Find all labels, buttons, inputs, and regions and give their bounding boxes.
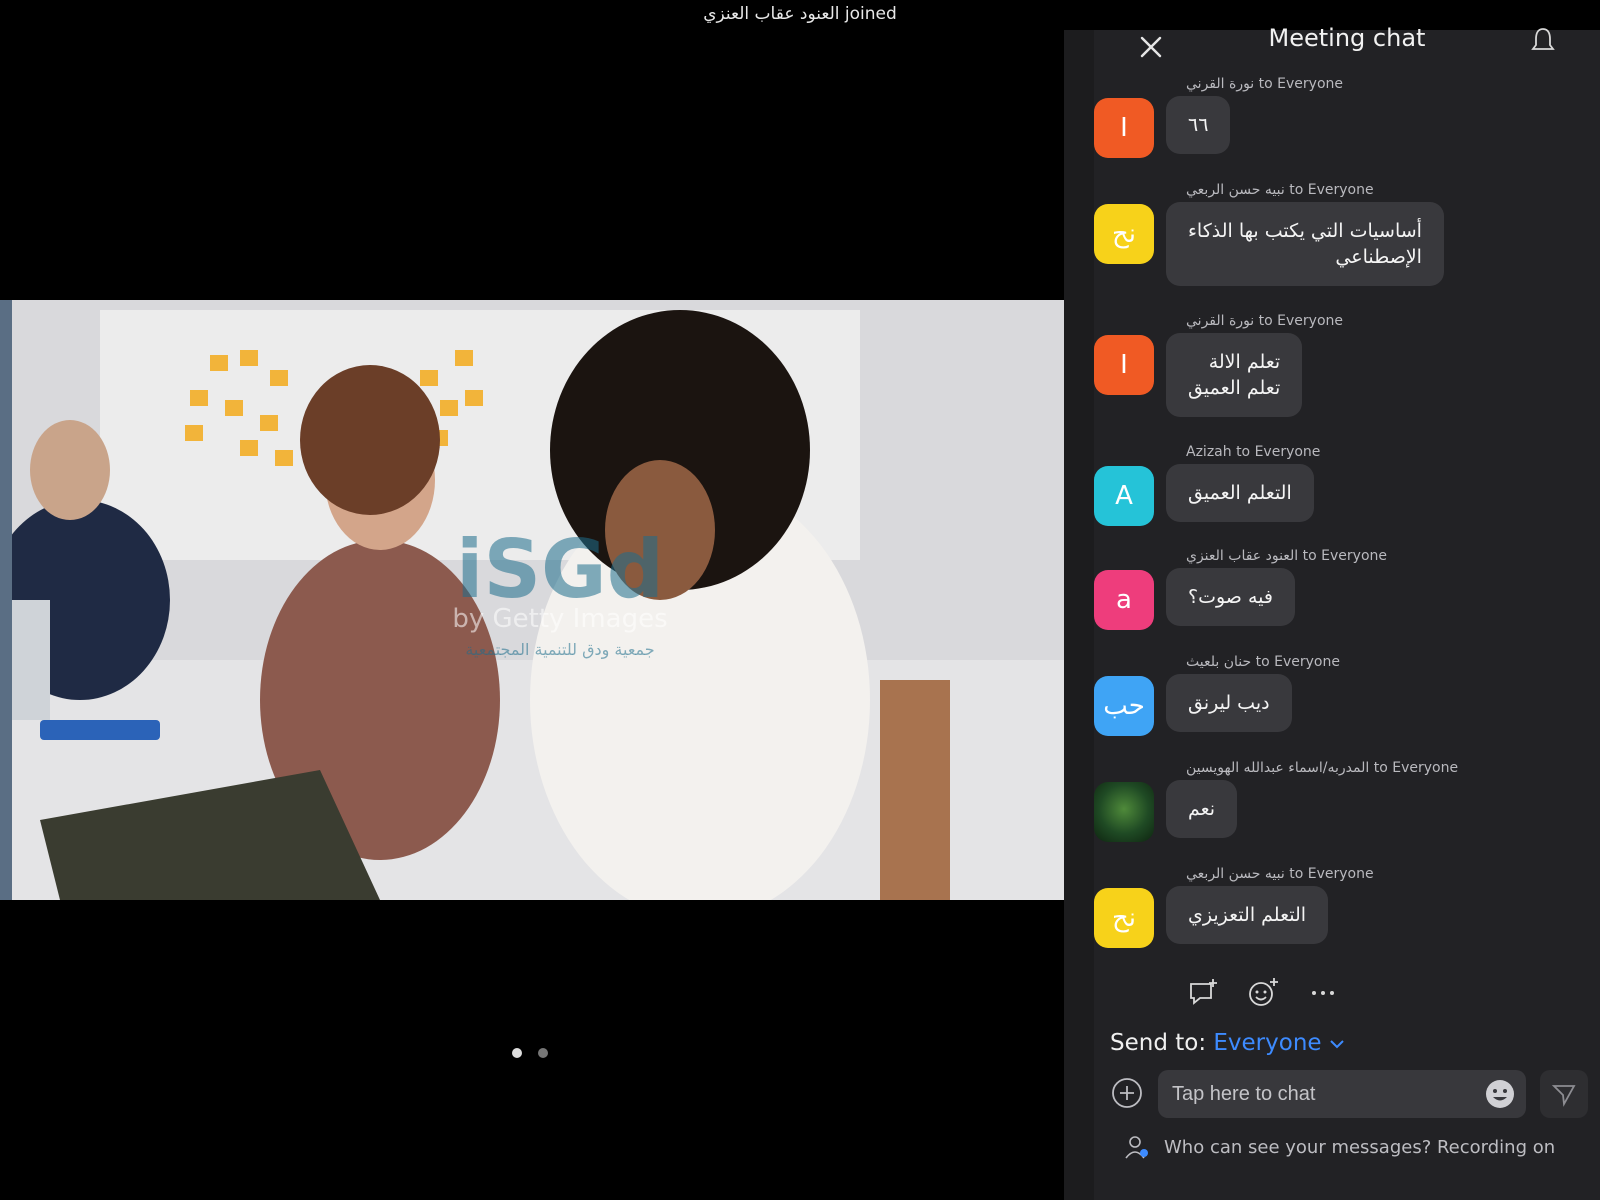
message-sender: نورة القرني to Everyone [1186, 313, 1343, 329]
send-icon [1551, 1085, 1576, 1107]
page-dot[interactable] [538, 1048, 548, 1058]
message-actions [1186, 976, 1340, 1010]
message-bubble[interactable]: ديب ليرنق [1166, 674, 1292, 732]
message-bubble[interactable]: فيه صوت؟ [1166, 568, 1295, 626]
person-lock-icon [1125, 1136, 1148, 1159]
message-sender: نبيه حسن الربعي to Everyone [1186, 182, 1374, 198]
add-reaction-icon[interactable] [1246, 976, 1280, 1010]
chat-compose [1110, 1070, 1598, 1118]
send-button[interactable] [1540, 1070, 1588, 1118]
join-notification: العنود عقاب العنزي joined [703, 4, 897, 24]
reply-icon[interactable] [1186, 976, 1220, 1010]
privacy-text: Who can see your messages? Recording on [1164, 1136, 1556, 1158]
chat-title: Meeting chat [1268, 24, 1426, 52]
avatar[interactable]: نح [1094, 888, 1154, 948]
message-sender: حنان بلعيث to Everyone [1186, 654, 1340, 670]
avatar[interactable] [1094, 782, 1154, 842]
send-to-dropdown[interactable]: Everyone [1213, 1030, 1344, 1056]
participant-strip[interactable] [0, 300, 12, 900]
send-to-selector: Send to: Everyone [1110, 1030, 1345, 1056]
add-attachment-icon[interactable] [1110, 1076, 1144, 1110]
meeting-chat-panel: Meeting chat نورة القرني to Everyone I ٦٦ ن… [1064, 24, 1600, 1200]
chat-header: Meeting chat [1094, 24, 1600, 76]
message-sender: نبيه حسن الربعي to Everyone [1186, 866, 1374, 882]
more-options-icon[interactable] [1306, 976, 1340, 1010]
message-bubble[interactable]: تعلم الالة تعلم العميق [1166, 333, 1303, 417]
watermark-logo: iSGd [456, 523, 664, 616]
message-sender: العنود عقاب العنزي to Everyone [1186, 548, 1387, 564]
privacy-notice[interactable]: Who can see your messages? Recording on [1124, 1134, 1555, 1160]
message-bubble[interactable]: التعلم التعزيزي [1166, 886, 1329, 944]
message-bubble[interactable]: أساسيات التي يكتب بها الذكاء الإصطناعي [1166, 202, 1444, 286]
avatar[interactable]: I [1094, 98, 1154, 158]
message-sender: المدربه/اسماء عبدالله الهويسين to Everyo… [1186, 760, 1459, 776]
shared-video: iSGd by Getty Images جمعية ودق للتنمية ا… [0, 300, 1064, 900]
message-sender: Azizah to Everyone [1186, 444, 1321, 460]
page-indicator[interactable] [512, 1048, 548, 1058]
message-bubble[interactable]: ٦٦ [1166, 96, 1231, 154]
avatar[interactable]: نح [1094, 204, 1154, 264]
message-bubble[interactable]: التعلم العميق [1166, 464, 1314, 522]
video-watermark: iSGd by Getty Images جمعية ودق للتنمية ا… [410, 523, 710, 660]
page-dot[interactable] [512, 1048, 522, 1058]
avatar[interactable]: A [1094, 466, 1154, 526]
watermark-org: جمعية ودق للتنمية المجتمعية [465, 640, 655, 659]
message-sender: نورة القرني to Everyone [1186, 76, 1343, 92]
avatar[interactable]: I [1094, 335, 1154, 395]
send-to-value: Everyone [1213, 1030, 1322, 1056]
avatar[interactable]: a [1094, 570, 1154, 630]
send-to-label: Send to: [1110, 1030, 1207, 1056]
bell-icon[interactable] [1528, 26, 1558, 56]
message-bubble[interactable]: نعم [1166, 780, 1238, 838]
watermark-getty: by Getty Images [452, 604, 668, 634]
emoji-icon[interactable] [1484, 1078, 1516, 1110]
chevron-down-icon [1330, 1039, 1344, 1048]
chat-input[interactable] [1158, 1070, 1526, 1118]
avatar[interactable]: حب [1094, 676, 1154, 736]
